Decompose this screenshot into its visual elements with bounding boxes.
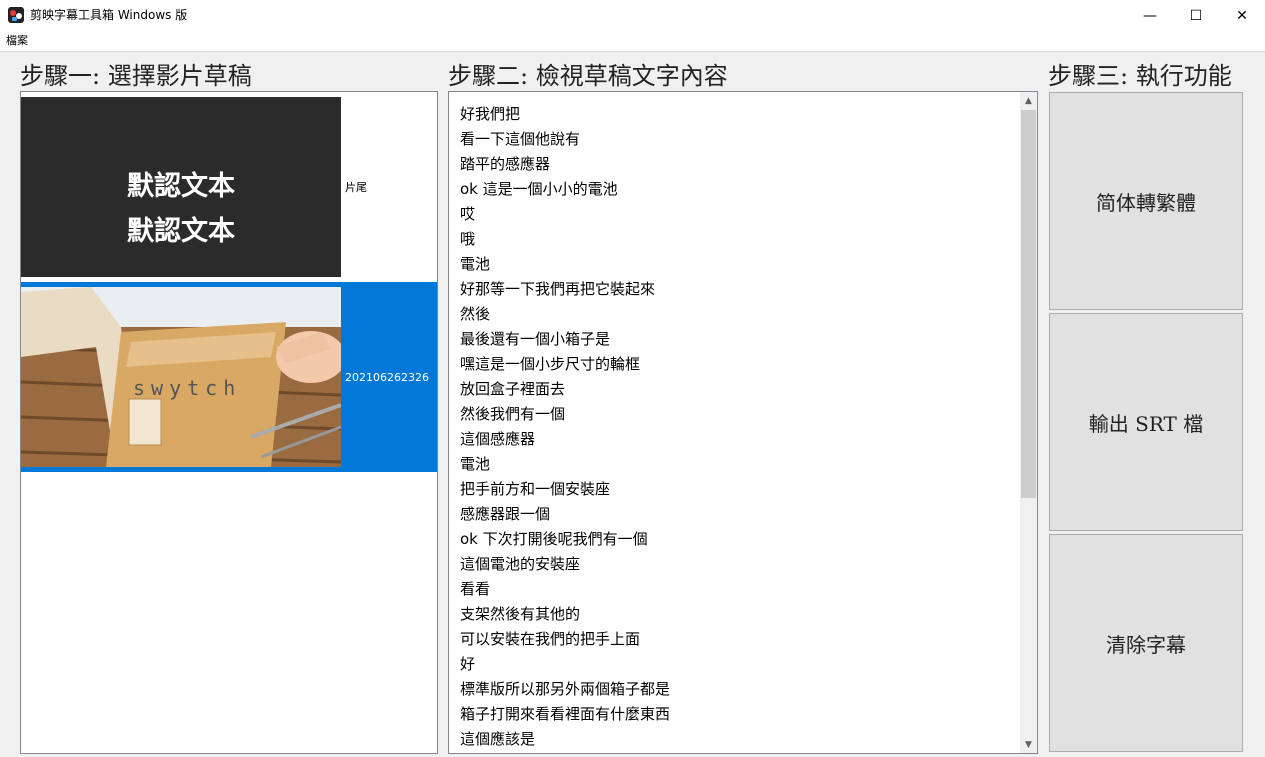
draft-thumbnail: 默認文本 默認文本: [21, 97, 341, 277]
subtitle-line[interactable]: 然後我們有一個: [460, 404, 565, 424]
subtitle-line[interactable]: 感應器跟一個: [460, 504, 550, 524]
scroll-thumb[interactable]: [1021, 110, 1036, 498]
subtitle-line[interactable]: 這個感應器: [460, 429, 535, 449]
close-button[interactable]: ✕: [1219, 0, 1265, 31]
subtitle-line[interactable]: 箱子打開來看看裡面有什麼東西: [460, 704, 670, 724]
draft-name: 片尾: [345, 181, 367, 194]
subtitle-line[interactable]: 好那等一下我們再把它裝起來: [460, 279, 655, 299]
vertical-scrollbar[interactable]: ▲ ▼: [1020, 92, 1037, 753]
draft-list[interactable]: 默認文本 默認文本 片尾 swytch 202106262326: [20, 91, 438, 754]
subtitle-line[interactable]: 可以安裝在我們的把手上面: [460, 629, 640, 649]
subtitle-line[interactable]: 看一下這個他說有: [460, 129, 580, 149]
draft-item-selected[interactable]: swytch 202106262326: [21, 282, 437, 472]
title-bar: 剪映字幕工具箱 Windows 版 — ☐ ✕: [0, 0, 1265, 31]
convert-simplified-to-traditional-button[interactable]: 简体轉繁體: [1049, 92, 1243, 310]
step3-title: 步驟三: 執行功能: [1048, 62, 1232, 90]
draft-item[interactable]: 默認文本 默認文本 片尾: [21, 92, 437, 282]
subtitle-line[interactable]: 標準版所以那另外兩個箱子都是: [460, 679, 670, 699]
draft-thumbnail: swytch: [21, 287, 341, 467]
menu-file[interactable]: 檔案: [6, 34, 28, 48]
window-title: 剪映字幕工具箱 Windows 版: [30, 8, 188, 22]
subtitle-list[interactable]: 好我們把 看一下這個他說有 踏平的感應器 ok 這是一個小小的電池哎哦電池 好那等一下我…: [448, 91, 1038, 754]
subtitle-line[interactable]: ok 這是一個小小的電池: [460, 179, 618, 199]
menu-bar: 檔案: [0, 31, 1265, 52]
subtitle-line[interactable]: 然後: [460, 304, 490, 324]
subtitle-line[interactable]: 踏平的感應器: [460, 154, 550, 174]
subtitle-line[interactable]: 好: [460, 654, 475, 674]
thumbnail-caption: swytch: [133, 376, 241, 400]
clear-subtitles-button[interactable]: 清除字幕: [1049, 534, 1243, 752]
subtitle-line[interactable]: 電池: [460, 454, 490, 474]
export-srt-button[interactable]: 輸出 SRT 檔: [1049, 313, 1243, 531]
thumbnail-text: 默認文本: [127, 171, 235, 202]
draft-name: 202106262326: [345, 371, 429, 384]
subtitle-line[interactable]: 看看: [460, 579, 490, 599]
step1-title: 步驟一: 選擇影片草稿: [20, 62, 252, 90]
subtitle-line[interactable]: 哦: [460, 229, 475, 249]
subtitle-line[interactable]: 電池: [460, 254, 490, 274]
step2-title: 步驟二: 檢視草稿文字內容: [448, 62, 728, 90]
subtitle-line[interactable]: 這個電池的安裝座: [460, 554, 580, 574]
subtitle-line[interactable]: 把手前方和一個安裝座: [460, 479, 610, 499]
subtitle-line[interactable]: 好我們把: [460, 104, 520, 124]
subtitle-line[interactable]: ok 下次打開後呢我們有一個: [460, 529, 648, 549]
thumbnail-text: 默認文本: [127, 216, 235, 247]
scroll-up-icon[interactable]: ▲: [1020, 92, 1037, 109]
scroll-down-icon[interactable]: ▼: [1020, 736, 1037, 753]
app-icon: [8, 7, 24, 23]
subtitle-line[interactable]: 嘿這是一個小步尺寸的輪框: [460, 354, 640, 374]
minimize-button[interactable]: —: [1127, 0, 1173, 31]
subtitle-line[interactable]: 支架然後有其他的: [460, 604, 580, 624]
subtitle-line[interactable]: 最後還有一個小箱子是: [460, 329, 610, 349]
subtitle-line[interactable]: 這個應該是: [460, 729, 535, 749]
subtitle-line[interactable]: 放回盒子裡面去: [460, 379, 565, 399]
subtitle-line[interactable]: 哎: [460, 204, 475, 224]
maximize-button[interactable]: ☐: [1173, 0, 1219, 31]
